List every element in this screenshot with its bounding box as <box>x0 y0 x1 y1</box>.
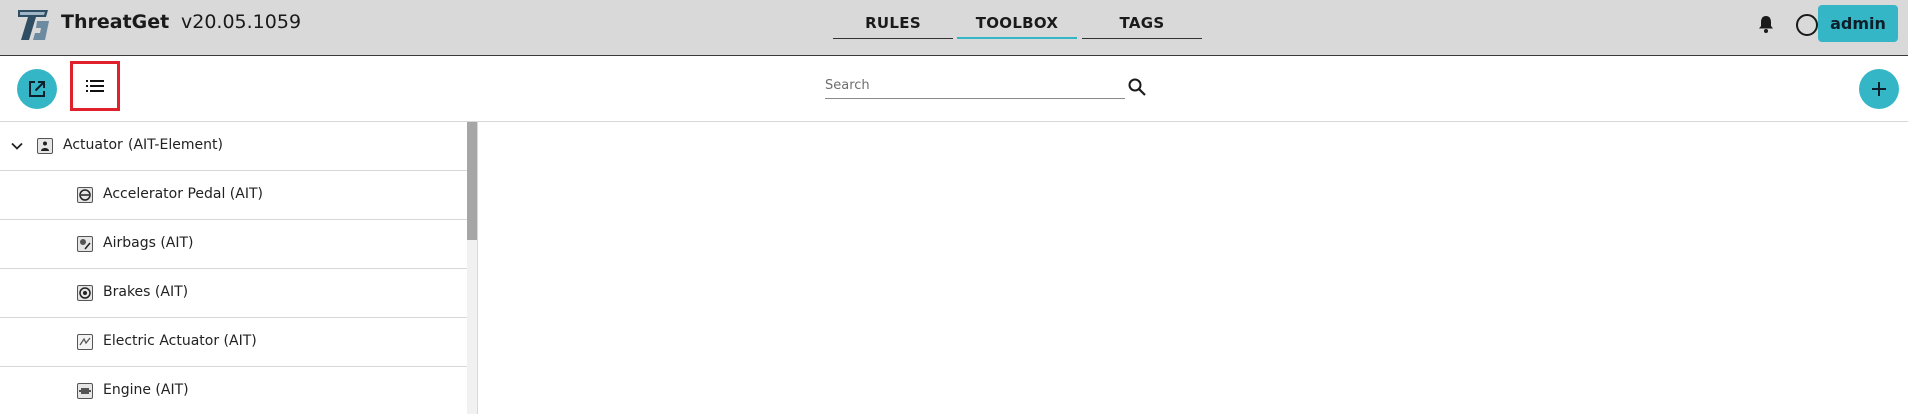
search-input[interactable] <box>825 74 1125 97</box>
list-icon <box>86 80 104 92</box>
status-circle-icon[interactable] <box>1796 14 1818 36</box>
tree-item-label: Accelerator Pedal (AIT) <box>103 186 263 202</box>
accelerator-pedal-icon <box>77 187 93 203</box>
notification-bell-icon[interactable] <box>1756 14 1776 34</box>
chevron-down-icon[interactable] <box>10 139 24 153</box>
tab-tags[interactable]: TAGS <box>1082 14 1202 39</box>
list-view-button[interactable] <box>70 61 120 111</box>
tree-item-label: Airbags (AIT) <box>103 235 194 251</box>
tab-rules[interactable]: RULES <box>833 14 953 39</box>
top-bar: ThreatGet v20.05.1059 RULES TOOLBOX TAGS… <box>0 0 1908 56</box>
open-in-new-icon <box>29 81 45 97</box>
tree-parent-name: Actuator <box>63 137 123 153</box>
threatget-logo-icon[interactable] <box>15 7 51 43</box>
tree-item-label: Electric Actuator (AIT) <box>103 333 257 349</box>
airbags-icon <box>77 236 93 252</box>
toolbar <box>0 56 1908 122</box>
plus-icon <box>1872 82 1886 96</box>
search-icon[interactable] <box>1127 77 1147 97</box>
open-external-button[interactable] <box>17 69 57 109</box>
user-admin-button[interactable]: admin <box>1818 5 1898 42</box>
actuator-icon <box>37 138 53 154</box>
version-label: v20.05.1059 <box>181 11 302 33</box>
app-name: ThreatGet <box>61 11 170 33</box>
tree-item[interactable]: Airbags (AIT) <box>0 220 468 269</box>
tree-item[interactable]: Engine (AIT) <box>0 367 468 414</box>
search-field <box>825 74 1125 99</box>
engine-icon <box>77 383 93 399</box>
tree-item-label: Engine (AIT) <box>103 382 189 398</box>
toolbox-tree: Actuator (AIT-Element) Accelerator Pedal… <box>0 122 478 414</box>
tree-item[interactable]: Electric Actuator (AIT) <box>0 318 468 367</box>
tree-item-label: Brakes (AIT) <box>103 284 189 300</box>
electric-actuator-icon <box>77 334 93 350</box>
tab-toolbox[interactable]: TOOLBOX <box>957 14 1077 39</box>
tree-item[interactable]: Accelerator Pedal (AIT) <box>0 171 468 220</box>
tree-parent-type: (AIT-Element) <box>128 137 223 153</box>
tree-item[interactable]: Brakes (AIT) <box>0 269 468 318</box>
tree-scrollbar-thumb[interactable] <box>467 122 477 240</box>
brakes-icon <box>77 285 93 301</box>
tree-parent-actuator[interactable]: Actuator (AIT-Element) <box>0 122 468 171</box>
add-button[interactable] <box>1859 69 1899 109</box>
